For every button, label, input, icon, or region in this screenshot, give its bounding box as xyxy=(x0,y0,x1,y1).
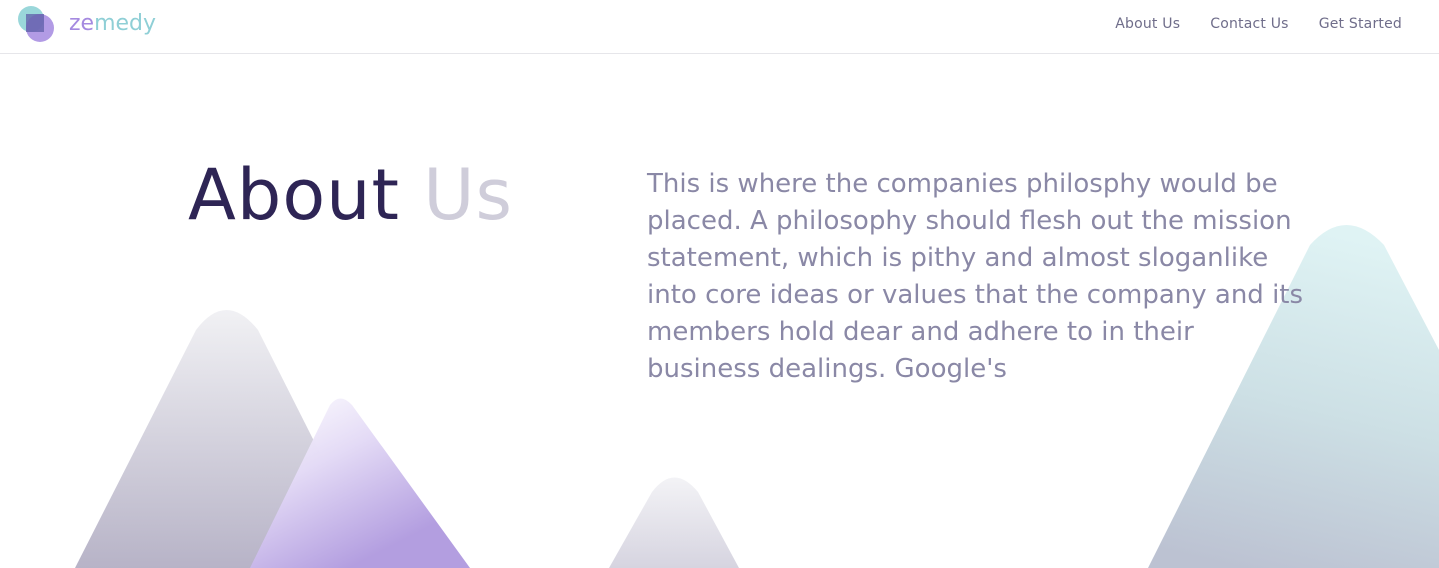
site-header: zemedy About Us Contact Us Get Started xyxy=(0,0,1439,54)
page-title: About Us xyxy=(188,150,513,240)
nav-link-get-started[interactable]: Get Started xyxy=(1319,16,1402,32)
philosophy-paragraph: This is where the companies philosphy wo… xyxy=(647,169,1304,384)
nav-link-about-us[interactable]: About Us xyxy=(1115,16,1180,32)
page-title-secondary: Us xyxy=(423,154,513,236)
main-nav: About Us Contact Us Get Started xyxy=(1115,0,1402,48)
nav-link-contact-us[interactable]: Contact Us xyxy=(1210,16,1288,32)
brand-name: zemedy xyxy=(69,5,156,43)
small-mountain-center xyxy=(609,477,739,568)
page-title-primary: About xyxy=(188,154,400,236)
page: zemedy About Us Contact Us Get Started A… xyxy=(0,0,1439,568)
brand-name-part1: ze xyxy=(69,11,95,36)
brand-name-part2: medy xyxy=(94,11,157,36)
logo-icon xyxy=(17,5,55,43)
brand-logo-link[interactable]: zemedy xyxy=(17,5,156,43)
